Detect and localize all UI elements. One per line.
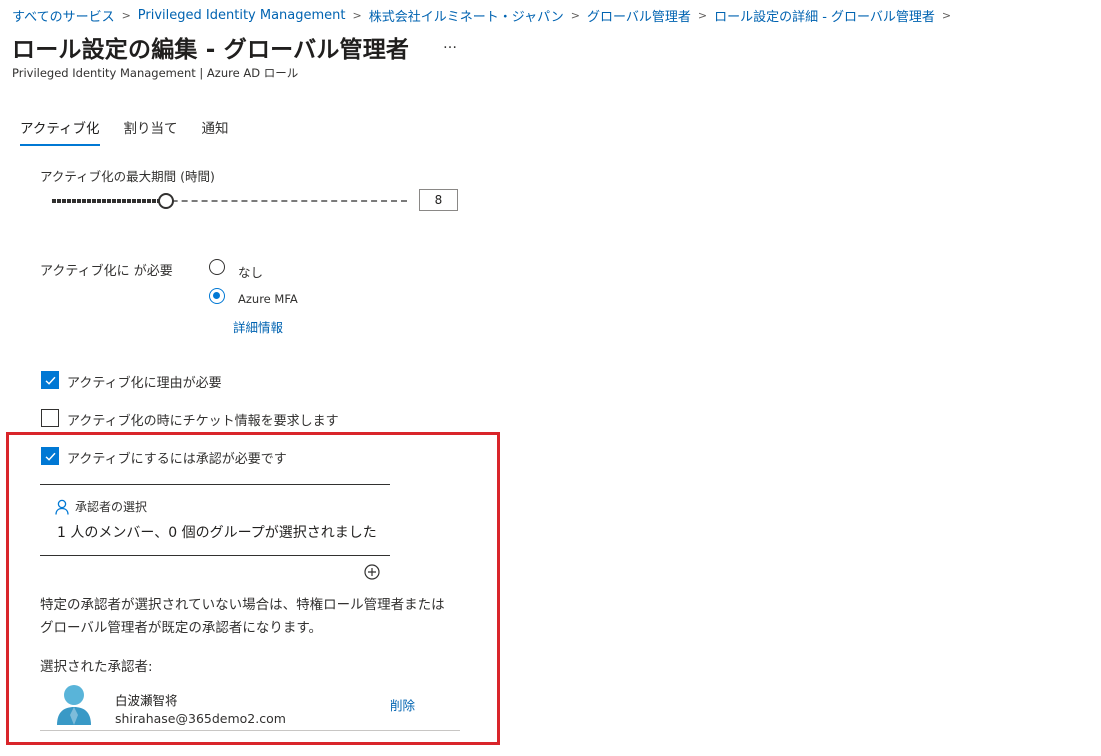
chevron-right-icon: >: [121, 8, 131, 22]
radio-none-label: なし: [238, 265, 264, 280]
default-approver-note-line1: 特定の承認者が選択されていない場合は、特権ロール管理者または: [40, 597, 445, 613]
radio-none[interactable]: [209, 259, 225, 275]
breadcrumb-tenant[interactable]: 株式会社イルミネート・ジャパン: [369, 6, 564, 25]
checkmark-icon: [45, 376, 56, 385]
duration-value-input[interactable]: 8: [419, 189, 458, 211]
approver-name: 白波瀬智将: [115, 693, 178, 708]
approvers-summary: 1 人のメンバー、0 個のグループが選択されました: [57, 525, 377, 541]
checkmark-icon: [45, 452, 56, 461]
approver-bottom-divider: [40, 555, 390, 556]
user-avatar-icon: [57, 685, 91, 725]
chevron-right-icon: >: [941, 8, 952, 22]
more-info-link[interactable]: 詳細情報: [233, 317, 283, 336]
require-approval-checkbox[interactable]: [41, 447, 59, 465]
radio-azure-mfa[interactable]: [209, 288, 225, 304]
require-justification-label: アクティブ化に理由が必要: [67, 376, 222, 391]
breadcrumb: すべてのサービス > Privileged Identity Managemen…: [12, 5, 958, 25]
chevron-right-icon: >: [697, 8, 708, 22]
default-approver-note-line2: グローバル管理者が既定の承認者になります。: [40, 620, 323, 636]
select-approvers-label[interactable]: 承認者の選択: [75, 498, 147, 515]
page-subtitle: Privileged Identity Management | Azure A…: [12, 66, 299, 80]
more-options-button[interactable]: …: [443, 36, 457, 52]
require-ticket-checkbox[interactable]: [41, 409, 59, 427]
max-duration-label: アクティブ化の最大期間 (時間): [40, 169, 215, 184]
require-on-activation-label: アクティブ化に が必要: [40, 264, 173, 279]
remove-approver-link[interactable]: 削除: [390, 695, 415, 714]
tab-activation[interactable]: アクティブ化: [20, 117, 100, 146]
breadcrumb-all-services[interactable]: すべてのサービス: [12, 6, 115, 25]
duration-slider-thumb[interactable]: [158, 193, 174, 209]
person-icon: [55, 499, 69, 515]
tab-assignment[interactable]: 割り当て: [124, 117, 178, 146]
selected-approvers-label: 選択された承認者:: [40, 659, 153, 675]
duration-slider-fill: [52, 199, 165, 203]
approver-top-divider: [40, 484, 390, 485]
chevron-right-icon: >: [352, 8, 362, 22]
tab-bar: アクティブ化 割り当て 通知: [20, 117, 253, 146]
approver-row-divider: [40, 730, 460, 731]
approver-email: shirahase@365demo2.com: [115, 711, 286, 726]
require-justification-checkbox[interactable]: [41, 371, 59, 389]
require-ticket-label: アクティブ化の時にチケット情報を要求します: [67, 414, 339, 429]
tab-notification[interactable]: 通知: [202, 117, 229, 146]
require-approval-label: アクティブにするには承認が必要です: [67, 452, 287, 467]
radio-azure-mfa-label: Azure MFA: [238, 292, 298, 306]
chevron-right-icon: >: [570, 8, 580, 22]
breadcrumb-role-settings[interactable]: ロール設定の詳細 - グローバル管理者: [714, 6, 935, 25]
breadcrumb-pim[interactable]: Privileged Identity Management: [138, 8, 346, 23]
add-circle-icon[interactable]: [364, 564, 380, 580]
breadcrumb-global-admin[interactable]: グローバル管理者: [587, 6, 691, 25]
page-title: ロール設定の編集 - グローバル管理者: [12, 37, 410, 63]
